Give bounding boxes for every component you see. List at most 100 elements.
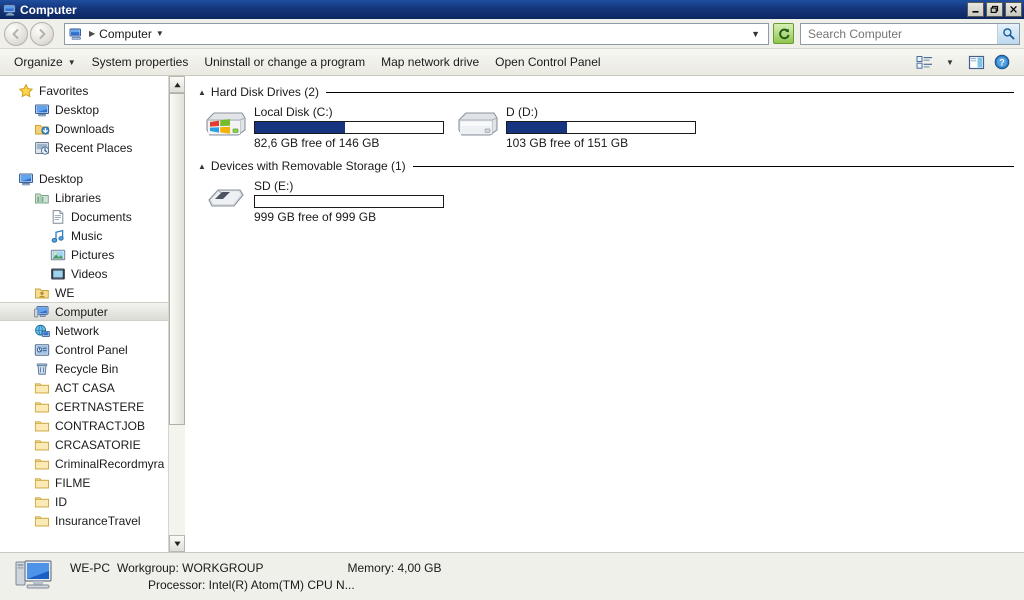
sidebar-item-label: CRCASATORIE xyxy=(55,437,141,452)
sidebar-item-we[interactable]: WE xyxy=(0,283,185,302)
folder-icon xyxy=(34,399,50,415)
sidebar-item-label: CONTRACTJOB xyxy=(55,418,145,433)
drive-usage-fill xyxy=(507,122,568,133)
sidebar-item-label: Desktop xyxy=(39,171,84,186)
sidebar-item-insurancetravel[interactable]: InsuranceTravel xyxy=(0,511,185,530)
search-icon[interactable] xyxy=(997,23,1019,44)
forward-button[interactable] xyxy=(30,21,54,46)
sidebar-item-music[interactable]: Music xyxy=(0,226,185,245)
section-header[interactable]: ▲ Devices with Removable Storage (1) xyxy=(186,158,1024,174)
address-bar: ▶ Computer ▼ ▼ xyxy=(0,19,1024,49)
sidebar-item-certnastere[interactable]: CERTNASTERE xyxy=(0,397,185,416)
open-control-panel-button[interactable]: Open Control Panel xyxy=(487,52,608,72)
scrollbar-track[interactable] xyxy=(169,93,185,535)
memory-label: Memory: 4,00 GB xyxy=(347,561,442,575)
sidebar-item-act-casa[interactable]: ACT CASA xyxy=(0,378,185,397)
drive-info: D (D:) 103 GB free of 151 GB xyxy=(506,104,696,150)
file-list-pane: ▲ Hard Disk Drives (2) Local Disk (C:) 82,6… xyxy=(186,76,1024,552)
sidebar-item-filme[interactable]: FILME xyxy=(0,473,185,492)
chevron-down-icon[interactable]: ▼ xyxy=(156,29,164,38)
sidebar-item-libraries[interactable]: Libraries xyxy=(0,188,185,207)
collapse-triangle-icon[interactable]: ▲ xyxy=(198,88,206,97)
map-network-drive-button[interactable]: Map network drive xyxy=(373,52,487,72)
content-area: Favorites Desktop Downloads Recent Places De… xyxy=(0,76,1024,552)
address-dropdown-button[interactable]: ▼ xyxy=(751,29,766,39)
drive-free-space: 103 GB free of 151 GB xyxy=(506,136,629,150)
control-panel-icon xyxy=(34,342,50,358)
breadcrumb-separator: ▶ xyxy=(89,29,96,38)
videos-icon xyxy=(50,266,66,282)
sidebar-item-pictures[interactable]: Pictures xyxy=(0,245,185,264)
toolbar: Organize ▼ System properties Uninstall o… xyxy=(0,49,1024,76)
sidebar-item-label: Favorites xyxy=(39,83,89,98)
title-bar: Computer xyxy=(0,0,1024,19)
sidebar-item-recent-places[interactable]: Recent Places xyxy=(0,138,185,157)
sidebar-item-videos[interactable]: Videos xyxy=(0,264,185,283)
search-input[interactable] xyxy=(806,25,992,42)
folder-icon xyxy=(34,456,50,472)
drive-item[interactable]: Local Disk (C:) 82,6 GB free of 146 GB xyxy=(202,104,454,150)
close-button[interactable] xyxy=(1005,2,1022,17)
sidebar-item-label: Recent Places xyxy=(55,140,133,155)
sidebar-item-favorites[interactable]: Favorites xyxy=(0,81,185,100)
computer-icon xyxy=(34,304,50,320)
breadcrumb-item-computer[interactable]: Computer xyxy=(99,27,152,41)
sidebar-item-contractjob[interactable]: CONTRACTJOB xyxy=(0,416,185,435)
drive-row: SD (E:) 999 GB free of 999 GB xyxy=(186,178,1024,224)
workgroup-label: Workgroup: WORKGROUP xyxy=(117,561,264,575)
drive-name: Local Disk (C:) xyxy=(254,105,333,119)
sidebar-item-recycle-bin[interactable]: Recycle Bin xyxy=(0,359,185,378)
breadcrumb[interactable]: ▶ Computer ▼ ▼ xyxy=(64,22,769,45)
computer-monitor-icon xyxy=(14,558,56,596)
sidebar-item-label: Network xyxy=(55,323,100,338)
documents-icon xyxy=(50,209,66,225)
scroll-up-button[interactable] xyxy=(169,76,185,93)
sidebar-item-label: Control Panel xyxy=(55,342,128,357)
folder-icon xyxy=(34,380,50,396)
sidebar-scrollbar[interactable] xyxy=(168,76,185,552)
sidebar-item-label: ACT CASA xyxy=(55,380,115,395)
folder-icon xyxy=(34,513,50,529)
collapse-triangle-icon[interactable]: ▲ xyxy=(198,162,206,171)
organize-button[interactable]: Organize ▼ xyxy=(6,52,84,72)
sidebar-item-control-panel[interactable]: Control Panel xyxy=(0,340,185,359)
section-title: Hard Disk Drives (2) xyxy=(210,85,319,99)
system-properties-button[interactable]: System properties xyxy=(84,52,197,72)
drive-info: Local Disk (C:) 82,6 GB free of 146 GB xyxy=(254,104,444,150)
drive-item[interactable]: D (D:) 103 GB free of 151 GB xyxy=(454,104,706,150)
music-icon xyxy=(50,228,66,244)
refresh-icon[interactable] xyxy=(773,23,794,44)
sidebar-item-network[interactable]: Network xyxy=(0,321,185,340)
search-box[interactable] xyxy=(800,22,1020,45)
scrollbar-thumb[interactable] xyxy=(169,93,185,425)
scroll-down-button[interactable] xyxy=(169,535,185,552)
sidebar-item-downloads[interactable]: Downloads xyxy=(0,119,185,138)
sidebar-item-desktop[interactable]: Desktop xyxy=(0,100,185,119)
section-header[interactable]: ▲ Hard Disk Drives (2) xyxy=(186,84,1024,100)
drive-usage-fill xyxy=(255,122,346,133)
drive-usage-bar xyxy=(254,195,444,208)
uninstall-program-button[interactable]: Uninstall or change a program xyxy=(196,52,373,72)
sidebar-item-documents[interactable]: Documents xyxy=(0,207,185,226)
drive-item[interactable]: SD (E:) 999 GB free of 999 GB xyxy=(202,178,454,224)
drive-usage-bar xyxy=(254,121,444,134)
view-dropdown-button[interactable]: ▼ xyxy=(938,51,962,73)
view-options-icon[interactable] xyxy=(912,51,936,73)
back-button[interactable] xyxy=(4,21,28,46)
restore-button[interactable] xyxy=(986,2,1003,17)
sidebar-item-desktop[interactable]: Desktop xyxy=(0,169,185,188)
preview-pane-icon[interactable] xyxy=(964,51,988,73)
section-divider xyxy=(325,91,1014,93)
sidebar-item-computer[interactable]: Computer xyxy=(0,302,185,321)
sidebar-item-label: FILME xyxy=(55,475,91,490)
minimize-button[interactable] xyxy=(967,2,984,17)
window-controls xyxy=(967,2,1022,17)
help-icon[interactable]: ? xyxy=(990,51,1014,73)
sidebar-item-id[interactable]: ID xyxy=(0,492,185,511)
folder-icon xyxy=(34,418,50,434)
sidebar-item-criminalrecordmyra[interactable]: CriminalRecordmyra xyxy=(0,454,185,473)
sidebar-item-crcasatorie[interactable]: CRCASATORIE xyxy=(0,435,185,454)
recent-places-icon xyxy=(34,140,50,156)
user-folder-icon xyxy=(34,285,50,301)
